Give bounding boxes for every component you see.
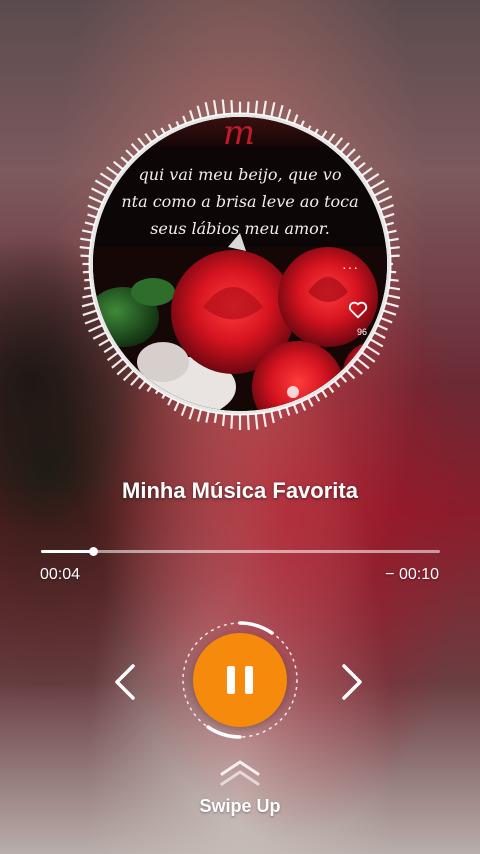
visualizer-bar bbox=[270, 410, 275, 424]
double-chevron-up-icon[interactable] bbox=[218, 758, 262, 788]
visualizer-bar bbox=[389, 246, 400, 250]
visualizer-bar bbox=[387, 237, 399, 242]
visualizer-bar bbox=[230, 99, 234, 115]
more-dots-icon: ··· bbox=[342, 259, 359, 275]
progress-thumb[interactable] bbox=[88, 547, 98, 556]
cover-title: m bbox=[222, 114, 258, 153]
chevron-right-icon bbox=[342, 664, 362, 700]
visualizer-bar bbox=[213, 411, 218, 423]
like-count: 96 bbox=[356, 327, 367, 337]
chevron-left-icon bbox=[115, 664, 135, 700]
visualizer-bar bbox=[386, 294, 401, 300]
cover-line-3: seus lábios meu amor. bbox=[150, 219, 330, 238]
previous-button[interactable] bbox=[105, 660, 145, 704]
visualizer-bar bbox=[270, 102, 276, 118]
elapsed-time: 00:04 bbox=[40, 566, 81, 583]
album-cover: m qui vai meu beijo, que vo nta como a b… bbox=[90, 114, 390, 414]
visualizer-bar bbox=[387, 286, 401, 291]
song-title: Minha Música Favorita bbox=[122, 478, 358, 503]
heart-outline-icon bbox=[348, 301, 368, 319]
album-art: m qui vai meu beijo, que vo nta como a b… bbox=[74, 98, 406, 430]
visualizer-bar bbox=[204, 102, 210, 118]
visualizer-bar bbox=[221, 99, 226, 115]
progress-slider[interactable] bbox=[41, 547, 440, 556]
visualizer-bar bbox=[82, 294, 94, 299]
visualizer-bar bbox=[254, 413, 259, 430]
cover-line-2: nta como a brisa leve ao toca bbox=[121, 192, 359, 211]
swipe-up-label[interactable]: Swipe Up bbox=[0, 796, 480, 817]
visualizer-bar bbox=[246, 101, 250, 115]
visualizer-bar bbox=[80, 237, 93, 242]
visualizer-bar bbox=[81, 229, 94, 234]
pause-icon-bar bbox=[245, 666, 253, 694]
pause-icon bbox=[227, 666, 235, 694]
visualizer-bar bbox=[205, 410, 210, 423]
remaining-time: − 00:10 bbox=[385, 566, 439, 583]
visualizer-bar bbox=[246, 413, 250, 430]
visualizer-bar bbox=[212, 99, 218, 117]
visualizer-bar bbox=[79, 246, 91, 250]
next-button[interactable] bbox=[332, 660, 372, 704]
visualizer-bar bbox=[254, 100, 259, 115]
visualizer-bar bbox=[230, 413, 234, 429]
pause-button[interactable] bbox=[193, 633, 287, 727]
progress-fill bbox=[41, 550, 93, 553]
cover-text: qui vai meu beijo, que vo nta como a bri… bbox=[93, 161, 387, 242]
visualizer-bar bbox=[262, 100, 267, 117]
cover-script-band: m bbox=[93, 117, 387, 153]
cover-line-1: qui vai meu beijo, que vo bbox=[138, 165, 342, 184]
visualizer-bar bbox=[262, 411, 267, 427]
visualizer-bar bbox=[221, 413, 226, 427]
